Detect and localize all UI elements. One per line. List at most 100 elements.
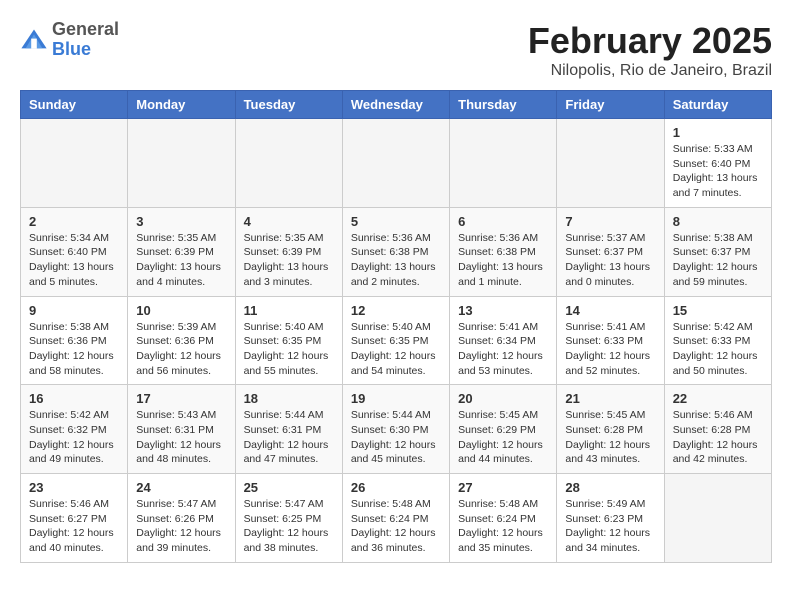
calendar-cell: 14 Sunrise: 5:41 AM Sunset: 6:33 PM Dayli… (557, 296, 664, 385)
week-row-3: 9 Sunrise: 5:38 AM Sunset: 6:36 PM Daylig… (21, 296, 772, 385)
day-number: 3 (136, 214, 226, 229)
calendar-cell: 15 Sunrise: 5:42 AM Sunset: 6:33 PM Dayli… (664, 296, 771, 385)
calendar-cell (557, 119, 664, 208)
day-number: 7 (565, 214, 655, 229)
day-info: Sunrise: 5:38 AM Sunset: 6:36 PM Dayligh… (29, 320, 119, 379)
day-info: Sunrise: 5:42 AM Sunset: 6:33 PM Dayligh… (673, 320, 763, 379)
weekday-header-monday: Monday (128, 91, 235, 119)
day-number: 8 (673, 214, 763, 229)
calendar-cell (21, 119, 128, 208)
day-info: Sunrise: 5:33 AM Sunset: 6:40 PM Dayligh… (673, 142, 763, 201)
weekday-header-friday: Friday (557, 91, 664, 119)
calendar-cell: 26 Sunrise: 5:48 AM Sunset: 6:24 PM Dayli… (342, 474, 449, 563)
calendar-cell: 1 Sunrise: 5:33 AM Sunset: 6:40 PM Daylig… (664, 119, 771, 208)
week-row-1: 1 Sunrise: 5:33 AM Sunset: 6:40 PM Daylig… (21, 119, 772, 208)
calendar-cell: 21 Sunrise: 5:45 AM Sunset: 6:28 PM Dayli… (557, 385, 664, 474)
day-number: 16 (29, 391, 119, 406)
logo-general-text: General (52, 20, 119, 40)
logo-blue-text: Blue (52, 40, 119, 60)
day-number: 24 (136, 480, 226, 495)
week-row-2: 2Sunrise: 5:34 AM Sunset: 6:40 PM Daylig… (21, 207, 772, 296)
day-number: 22 (673, 391, 763, 406)
calendar-cell: 17 Sunrise: 5:43 AM Sunset: 6:31 PM Dayli… (128, 385, 235, 474)
day-info: Sunrise: 5:38 AM Sunset: 6:37 PM Dayligh… (673, 231, 763, 290)
day-info: Sunrise: 5:44 AM Sunset: 6:31 PM Dayligh… (244, 408, 334, 467)
day-info: Sunrise: 5:41 AM Sunset: 6:33 PM Dayligh… (565, 320, 655, 379)
day-number: 5 (351, 214, 441, 229)
calendar-table: SundayMondayTuesdayWednesdayThursdayFrid… (20, 90, 772, 563)
calendar-cell: 7 Sunrise: 5:37 AM Sunset: 6:37 PM Daylig… (557, 207, 664, 296)
calendar-cell (235, 119, 342, 208)
day-info: Sunrise: 5:42 AM Sunset: 6:32 PM Dayligh… (29, 408, 119, 467)
day-info: Sunrise: 5:34 AM Sunset: 6:40 PM Dayligh… (29, 231, 119, 290)
calendar-cell: 25 Sunrise: 5:47 AM Sunset: 6:25 PM Dayli… (235, 474, 342, 563)
logo-icon (20, 26, 48, 54)
day-info: Sunrise: 5:35 AM Sunset: 6:39 PM Dayligh… (136, 231, 226, 290)
day-number: 26 (351, 480, 441, 495)
calendar-cell: 3 Sunrise: 5:35 AM Sunset: 6:39 PM Daylig… (128, 207, 235, 296)
weekday-header-tuesday: Tuesday (235, 91, 342, 119)
day-number: 28 (565, 480, 655, 495)
week-row-5: 23 Sunrise: 5:46 AM Sunset: 6:27 PM Dayli… (21, 474, 772, 563)
calendar-cell: 23 Sunrise: 5:46 AM Sunset: 6:27 PM Dayli… (21, 474, 128, 563)
day-number: 4 (244, 214, 334, 229)
day-number: 10 (136, 303, 226, 318)
day-number: 17 (136, 391, 226, 406)
calendar-cell: 6 Sunrise: 5:36 AM Sunset: 6:38 PM Daylig… (450, 207, 557, 296)
calendar-cell: 10 Sunrise: 5:39 AM Sunset: 6:36 PM Dayli… (128, 296, 235, 385)
weekday-header-thursday: Thursday (450, 91, 557, 119)
calendar-cell (664, 474, 771, 563)
day-number: 11 (244, 303, 334, 318)
day-info: Sunrise: 5:41 AM Sunset: 6:34 PM Dayligh… (458, 320, 548, 379)
logo: General Blue (20, 20, 119, 60)
day-number: 19 (351, 391, 441, 406)
calendar-cell (128, 119, 235, 208)
day-number: 9 (29, 303, 119, 318)
week-row-4: 16 Sunrise: 5:42 AM Sunset: 6:32 PM Dayli… (21, 385, 772, 474)
day-info: Sunrise: 5:36 AM Sunset: 6:38 PM Dayligh… (458, 231, 548, 290)
calendar-cell: 9 Sunrise: 5:38 AM Sunset: 6:36 PM Daylig… (21, 296, 128, 385)
day-info: Sunrise: 5:47 AM Sunset: 6:25 PM Dayligh… (244, 497, 334, 556)
day-number: 1 (673, 125, 763, 140)
day-info: Sunrise: 5:39 AM Sunset: 6:36 PM Dayligh… (136, 320, 226, 379)
day-number: 14 (565, 303, 655, 318)
day-info: Sunrise: 5:45 AM Sunset: 6:28 PM Dayligh… (565, 408, 655, 467)
day-info: Sunrise: 5:40 AM Sunset: 6:35 PM Dayligh… (351, 320, 441, 379)
page-header: General Blue February 2025 Nilopolis, Ri… (20, 20, 772, 80)
day-info: Sunrise: 5:35 AM Sunset: 6:39 PM Dayligh… (244, 231, 334, 290)
day-info: Sunrise: 5:40 AM Sunset: 6:35 PM Dayligh… (244, 320, 334, 379)
day-info: Sunrise: 5:47 AM Sunset: 6:26 PM Dayligh… (136, 497, 226, 556)
day-number: 6 (458, 214, 548, 229)
calendar-cell: 22 Sunrise: 5:46 AM Sunset: 6:28 PM Dayli… (664, 385, 771, 474)
calendar-cell: 2Sunrise: 5:34 AM Sunset: 6:40 PM Daylig… (21, 207, 128, 296)
day-number: 21 (565, 391, 655, 406)
weekday-header-saturday: Saturday (664, 91, 771, 119)
calendar-cell: 11 Sunrise: 5:40 AM Sunset: 6:35 PM Dayli… (235, 296, 342, 385)
calendar-cell: 8 Sunrise: 5:38 AM Sunset: 6:37 PM Daylig… (664, 207, 771, 296)
calendar-cell: 28 Sunrise: 5:49 AM Sunset: 6:23 PM Dayli… (557, 474, 664, 563)
calendar-cell: 27Sunrise: 5:48 AM Sunset: 6:24 PM Dayli… (450, 474, 557, 563)
day-info: Sunrise: 5:37 AM Sunset: 6:37 PM Dayligh… (565, 231, 655, 290)
day-info: Sunrise: 5:46 AM Sunset: 6:28 PM Dayligh… (673, 408, 763, 467)
calendar-cell: 4 Sunrise: 5:35 AM Sunset: 6:39 PM Daylig… (235, 207, 342, 296)
weekday-header-row: SundayMondayTuesdayWednesdayThursdayFrid… (21, 91, 772, 119)
weekday-header-wednesday: Wednesday (342, 91, 449, 119)
calendar-cell (450, 119, 557, 208)
calendar-title: February 2025 (528, 20, 772, 62)
day-number: 15 (673, 303, 763, 318)
day-info: Sunrise: 5:49 AM Sunset: 6:23 PM Dayligh… (565, 497, 655, 556)
day-number: 25 (244, 480, 334, 495)
day-number: 23 (29, 480, 119, 495)
calendar-cell: 5Sunrise: 5:36 AM Sunset: 6:38 PM Daylig… (342, 207, 449, 296)
weekday-header-sunday: Sunday (21, 91, 128, 119)
day-info: Sunrise: 5:48 AM Sunset: 6:24 PM Dayligh… (351, 497, 441, 556)
day-info: Sunrise: 5:46 AM Sunset: 6:27 PM Dayligh… (29, 497, 119, 556)
day-info: Sunrise: 5:43 AM Sunset: 6:31 PM Dayligh… (136, 408, 226, 467)
day-info: Sunrise: 5:45 AM Sunset: 6:29 PM Dayligh… (458, 408, 548, 467)
day-number: 27 (458, 480, 548, 495)
calendar-cell (342, 119, 449, 208)
day-number: 20 (458, 391, 548, 406)
calendar-cell: 18Sunrise: 5:44 AM Sunset: 6:31 PM Dayli… (235, 385, 342, 474)
calendar-cell: 13Sunrise: 5:41 AM Sunset: 6:34 PM Dayli… (450, 296, 557, 385)
calendar-cell: 19Sunrise: 5:44 AM Sunset: 6:30 PM Dayli… (342, 385, 449, 474)
